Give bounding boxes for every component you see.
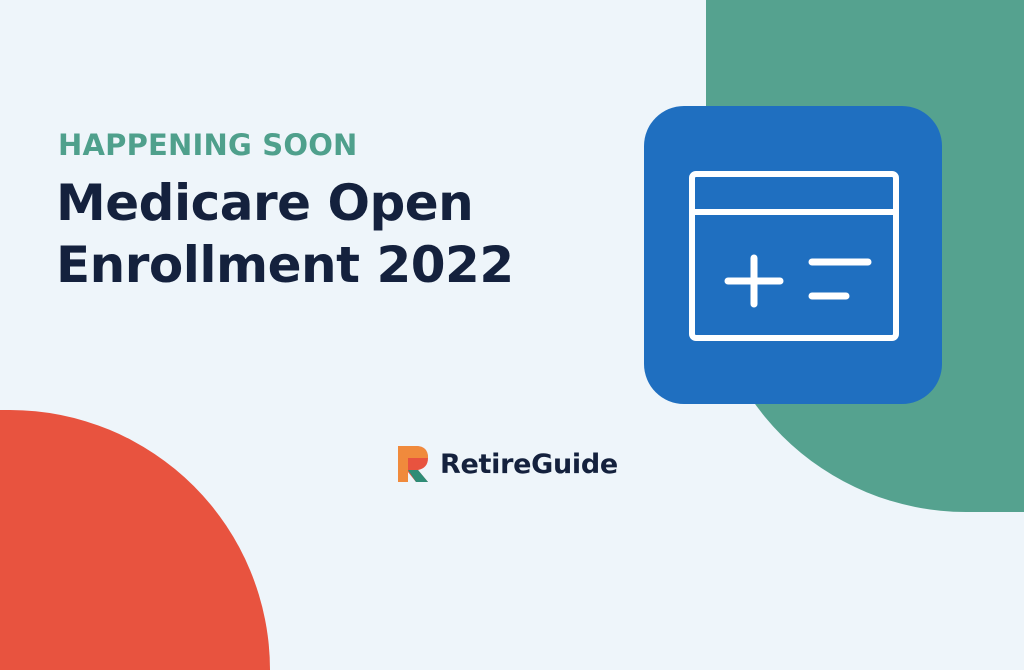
headline-line-2: Enrollment 2022 (56, 236, 514, 294)
headline-line-1: Medicare Open (56, 174, 474, 232)
orange-decorative-shape (0, 410, 270, 670)
page-title: Medicare Open Enrollment 2022 (56, 172, 616, 296)
retireguide-r-logo-icon (398, 446, 428, 482)
brand-name: RetireGuide (440, 448, 618, 480)
brand-lockup: RetireGuide (396, 442, 618, 486)
calculator-window-icon (644, 106, 942, 404)
eyebrow-label: HAPPENING SOON (58, 128, 358, 162)
